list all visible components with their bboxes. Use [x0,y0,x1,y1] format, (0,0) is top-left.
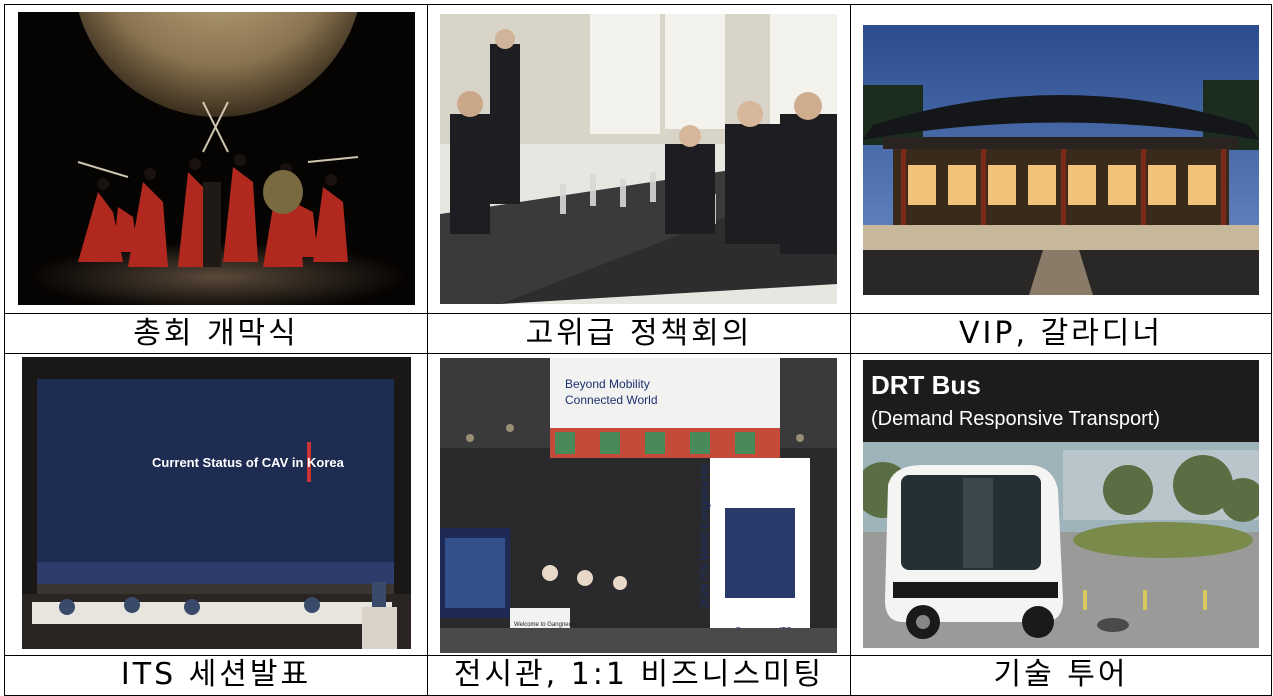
drt-bus-title: DRT Bus [871,370,981,400]
drt-bus-photo: DRT Bus (Demand Responsive Transport) [863,360,1259,648]
caption-vip-gala-dinner: VIP, 갈라디너 [850,313,1272,354]
opening-ceremony-photo [18,12,415,305]
slide-title: Current Status of CAV in Korea [152,455,345,470]
caption-high-level-policy-meeting: 고위급 정책회의 [427,313,851,354]
banner-line-2: Connected World [565,393,658,407]
welcome-sign: Welcome to Gangneung [514,622,579,628]
its-session-photo: Current Status of CAV in Korea [22,357,411,649]
booth-vertical-text: 2026 ITS World Congress Ho [699,465,711,608]
exhibition-booth-photo: Beyond Mobility Connected World 2026 ITS… [440,358,837,653]
policy-meeting-photo [440,14,837,304]
vip-gala-venue-photo [863,25,1259,295]
caption-opening-ceremony: 총회 개막식 [4,313,428,354]
drt-bus-subtitle: (Demand Responsive Transport) [871,408,1160,430]
banner-line-1: Beyond Mobility [565,377,650,391]
